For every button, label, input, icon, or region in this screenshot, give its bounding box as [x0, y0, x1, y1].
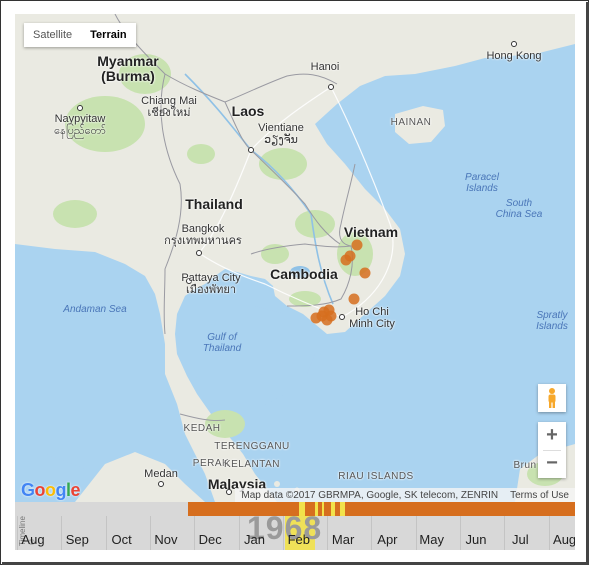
month-label[interactable]: Jun [466, 532, 487, 547]
month-tick [61, 516, 63, 550]
month-label[interactable]: Aug [21, 532, 44, 547]
month-label[interactable]: Dec [199, 532, 222, 547]
month-label[interactable]: Aug [553, 532, 575, 547]
sea-label: Paracel Islands [465, 172, 499, 194]
city-dot [158, 481, 164, 487]
month-label[interactable]: Jan [244, 532, 265, 547]
terrain-button[interactable]: Terrain [81, 23, 135, 47]
pegman-icon [548, 388, 556, 408]
sea-label: Spratly Islands [536, 310, 568, 332]
month-tick [327, 516, 329, 550]
month-label[interactable]: Oct [111, 532, 131, 547]
city-dot [226, 489, 232, 495]
city-dot [328, 84, 334, 90]
zoom-control: + − [538, 422, 566, 478]
event-marker[interactable] [321, 314, 333, 326]
country-label: Laos [231, 103, 265, 119]
country-label: Thailand [185, 196, 243, 212]
satellite-button[interactable]: Satellite [24, 23, 81, 47]
month-label[interactable]: Feb [288, 532, 310, 547]
month-tick [460, 516, 461, 550]
attribution-text: Map data ©2017 GBRMPA, Google, SK teleco… [241, 489, 499, 501]
city-label: Hong Kong [486, 50, 542, 62]
month-tick [17, 516, 18, 550]
country-label: Cambodia [270, 266, 338, 282]
region-label: Brun [513, 460, 537, 471]
city-dot [339, 314, 345, 320]
city-dot [77, 105, 83, 111]
month-label[interactable]: Nov [154, 532, 177, 547]
event-marker[interactable] [310, 312, 322, 324]
zoom-out-button[interactable]: − [538, 450, 566, 478]
city-label: Hanoi [310, 61, 340, 73]
sea-label: Andaman Sea [63, 304, 127, 315]
city-label: Ho Chi Minh City [349, 306, 395, 331]
month-tick [504, 516, 506, 550]
sea-label: Gulf of Thailand [202, 332, 242, 354]
google-logo[interactable]: Google [21, 480, 81, 501]
city-dot [248, 147, 254, 153]
map-type-control: Satellite Terrain [24, 23, 136, 47]
map-canvas[interactable]: Myanmar (Burma) Laos Thailand Vietnam Cambodi… [15, 14, 575, 502]
city-label: Chiang Mai เชียงใหม่ [141, 95, 197, 120]
region-label: RIAU ISLANDS [338, 471, 414, 482]
city-dot [196, 250, 202, 256]
country-label: Vietnam [343, 224, 399, 240]
month-tick [149, 516, 151, 550]
month-label[interactable]: Apr [377, 532, 397, 547]
month-tick [194, 516, 196, 550]
city-dot [511, 41, 517, 47]
month-label[interactable]: May [419, 532, 444, 547]
event-marker[interactable] [359, 267, 371, 279]
month-tick [371, 516, 373, 550]
event-marker[interactable] [348, 293, 360, 305]
sea-label: South China Sea [495, 198, 543, 220]
region-label: KEDAH [183, 423, 221, 434]
month-label[interactable]: Jul [512, 532, 529, 547]
city-label: Pattaya City เมืองพัทยา [181, 272, 241, 297]
event-marker[interactable] [351, 239, 363, 251]
month-label[interactable]: Sep [66, 532, 89, 547]
zoom-divider [543, 450, 561, 451]
month-tick [548, 516, 550, 550]
zoom-in-button[interactable]: + [538, 422, 566, 450]
month-tick [238, 516, 240, 550]
city-label: Vientiane ວຽງຈັນ [258, 122, 304, 147]
timeline[interactable]: Timeline © 1968 Aug Sep Oct Nov Dec Jan Feb Mar… [15, 502, 575, 550]
month-tick [105, 516, 107, 550]
month-label[interactable]: Mar [332, 532, 354, 547]
region-label: KELANTAN [223, 459, 281, 470]
city-label: Naypyitaw နေပြည်တော် [54, 113, 106, 138]
region-label: TERENGGANU [214, 441, 290, 452]
country-label: Myanmar (Burma) [97, 53, 159, 85]
month-tick [415, 516, 417, 550]
month-tick [282, 516, 284, 550]
terrain-basemap [15, 14, 575, 502]
city-label: Bangkok กรุงเทพมหานคร [164, 223, 242, 248]
map-attribution: Map data ©2017 GBRMPA, Google, SK teleco… [235, 488, 575, 502]
terms-of-use-link[interactable]: Terms of Use [504, 490, 575, 501]
city-label: Medan [144, 468, 178, 480]
street-view-pegman[interactable] [538, 384, 566, 412]
event-marker[interactable] [340, 254, 352, 266]
region-label: HAINAN [390, 117, 432, 128]
